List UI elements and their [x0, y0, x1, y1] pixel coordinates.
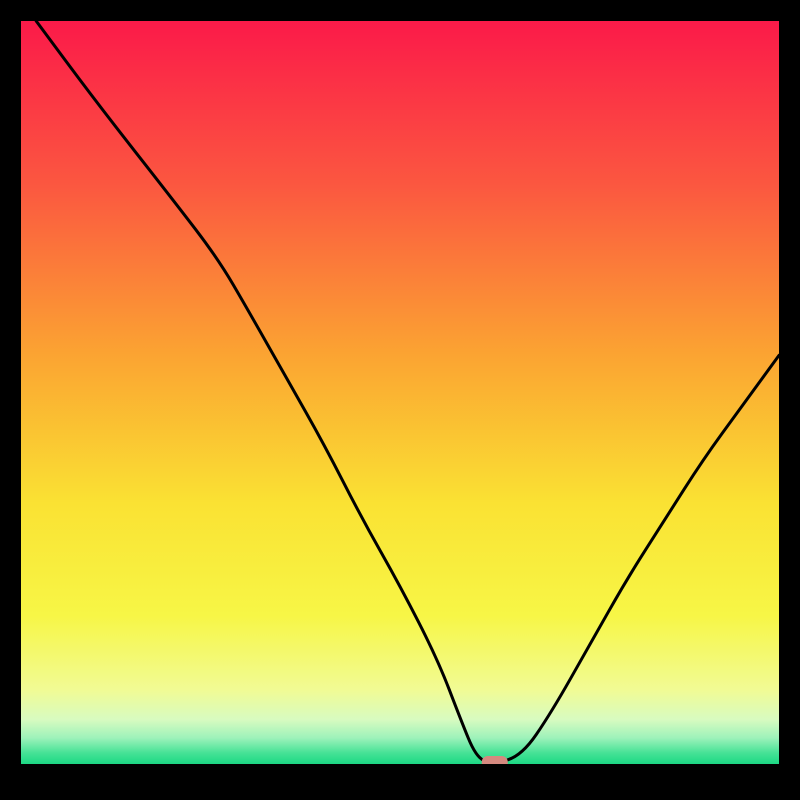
line-series — [21, 21, 779, 764]
plot-area — [21, 21, 779, 764]
plot-border-right — [779, 0, 800, 800]
plot-border-top — [0, 0, 800, 21]
chart-container: TheBottleneck.com — [0, 0, 800, 800]
optimal-marker — [482, 756, 508, 764]
plot-border-bottom — [0, 764, 800, 800]
plot-border-left — [0, 0, 21, 800]
